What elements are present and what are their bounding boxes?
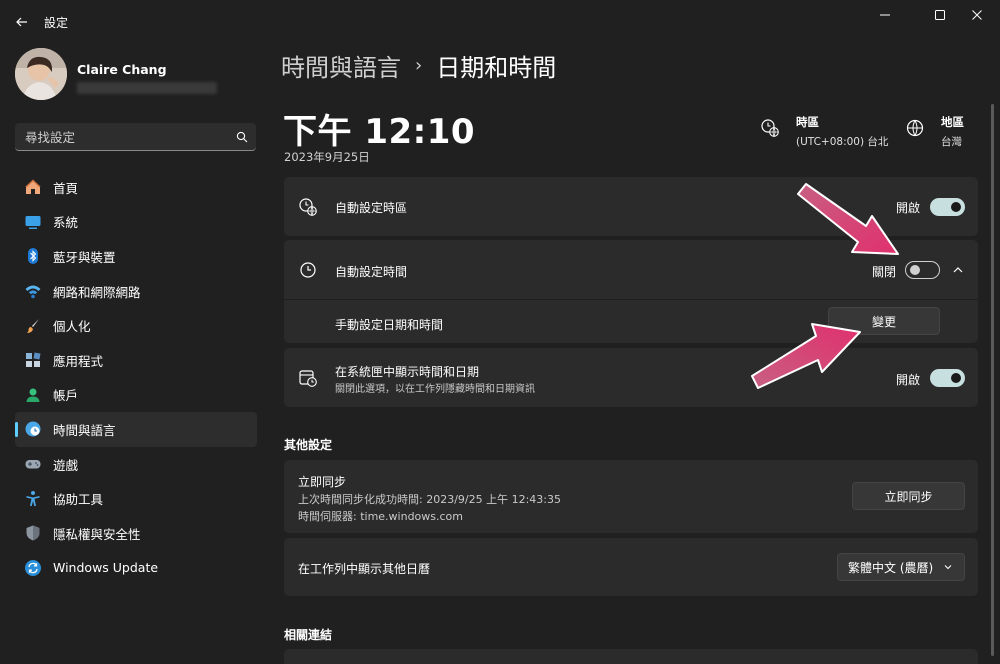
sidebar-nav: 首頁 系統 藍牙與裝置 網路和網際網路 個人化 應用程式 帳戶 時間與語言 遊戲… [15,170,257,585]
minimize-icon [880,14,890,16]
maximize-icon [935,10,945,20]
sidebar-item-label: 隱私權與安全性 [53,526,141,542]
sidebar-item-label: 系統 [53,215,79,231]
bluetooth-icon [23,246,43,266]
scrollbar[interactable] [991,104,994,656]
close-icon [972,10,982,20]
sidebar-item-label: 網路和網際網路 [53,284,141,300]
sidebar-item-personalization[interactable]: 個人化 [15,308,257,343]
related-links-heading: 相關連結 [284,628,333,642]
sidebar-item-label: 首頁 [53,180,79,196]
other-settings-heading: 其他設定 [284,438,333,452]
sidebar-item-label: 個人化 [53,319,91,335]
accessibility-icon [23,489,43,509]
globe-icon [905,118,929,142]
personalization-icon [23,316,43,336]
manual-set-label: 手動設定日期和時間 [335,318,444,332]
avatar[interactable] [15,48,67,100]
back-arrow-icon [16,17,27,27]
sidebar-item-home[interactable]: 首頁 [15,170,257,205]
related-links-card [284,649,978,664]
network-icon [23,281,43,301]
auto-time-state: 關閉 [872,265,897,279]
sidebar-item-bluetooth[interactable]: 藍牙與裝置 [15,239,257,274]
calendar-dropdown-value: 繁體中文 (農曆) [848,560,934,575]
sidebar-item-accessibility[interactable]: 協助工具 [15,481,257,516]
show-in-tray-label: 在系統匣中顯示時間和日期 [335,365,480,379]
close-button[interactable] [954,0,1000,30]
current-date: 2023年9月25日 [284,150,370,164]
time-language-icon [23,419,43,439]
clock-icon [298,260,318,280]
chevron-down-icon [942,561,954,576]
privacy-shield-icon [23,523,43,543]
auto-timezone-toggle[interactable] [930,198,965,216]
system-icon [23,212,43,232]
account-icon [23,385,43,405]
auto-time-label: 自動設定時間 [335,265,408,279]
show-in-tray-state: 開啟 [896,373,921,387]
sidebar-item-label: 遊戲 [53,457,79,473]
sidebar-item-label: 協助工具 [53,492,104,508]
sidebar-item-time-language[interactable]: 時間與語言 [15,412,257,447]
search-icon[interactable] [228,131,256,143]
sync-now-button[interactable]: 立即同步 [852,482,965,510]
sidebar-item-label: 帳戶 [53,388,79,404]
sidebar-item-system[interactable]: 系統 [15,205,257,240]
show-in-tray-description: 關閉此選項，以在工作列隱藏時間和日期資訊 [335,384,535,395]
minimize-button[interactable] [862,0,908,30]
timezone-info: 時區 (UTC+08:00) 台北 [760,114,888,149]
timezone-label: 時區 [796,115,819,129]
sidebar-item-network[interactable]: 網路和網際網路 [15,274,257,309]
breadcrumb: 時間與語言 › 日期和時間 [281,48,556,83]
back-button[interactable] [8,8,36,36]
sync-card: 立即同步 上次時間同步化成功時間: 2023/9/25 上午 12:43:35 … [284,460,978,533]
user-email-redacted [77,82,217,94]
search-box[interactable]: 尋找設定 [15,123,256,151]
sidebar-item-gaming[interactable]: 遊戲 [15,447,257,482]
annotation-arrow-change-button-icon [751,323,861,389]
sidebar-item-apps[interactable]: 應用程式 [15,343,257,378]
last-sync-text: 上次時間同步化成功時間: 2023/9/25 上午 12:43:35 [298,493,561,506]
search-input[interactable]: 尋找設定 [25,127,228,146]
sidebar-item-label: Windows Update [53,560,159,576]
user-name: Claire Chang [77,62,167,77]
auto-time-toggle[interactable] [905,261,940,279]
sidebar-item-label: 時間與語言 [53,422,116,438]
sidebar-item-label: 應用程式 [53,353,104,369]
region-info: 地區 台灣 [905,114,964,149]
user-photo-icon [15,48,67,100]
show-in-tray-toggle[interactable] [930,369,965,387]
timezone-value: (UTC+08:00) 台北 [796,136,889,148]
calendar-clock-icon [298,368,318,388]
gaming-icon [23,454,43,474]
divider [284,299,978,300]
sync-title: 立即同步 [298,475,347,489]
title-bar: 設定 [0,0,1000,44]
timezone-globe-clock-icon [298,197,318,217]
sidebar-item-privacy[interactable]: 隱私權與安全性 [15,516,257,551]
calendar-card: 在工作列中顯示其他日曆 繁體中文 (農曆) [284,538,978,596]
app-title: 設定 [44,16,69,30]
chevron-up-icon[interactable] [951,262,965,281]
windows-update-icon [23,558,43,578]
page-title: 日期和時間 [436,54,557,82]
region-value: 台灣 [941,136,962,148]
home-icon [23,177,43,197]
auto-timezone-label: 自動設定時區 [335,201,408,215]
additional-calendar-label: 在工作列中顯示其他日曆 [298,562,431,576]
sidebar-item-accounts[interactable]: 帳戶 [15,378,257,413]
sidebar-item-windows-update[interactable]: Windows Update [15,551,257,586]
calendar-dropdown[interactable]: 繁體中文 (農曆) [837,553,965,581]
apps-icon [23,350,43,370]
region-label: 地區 [941,115,964,129]
time-server-text: 時間伺服器: time.windows.com [298,510,464,523]
breadcrumb-separator: › [415,55,423,76]
sidebar-item-label: 藍牙與裝置 [53,249,116,265]
timezone-globe-clock-icon [760,118,784,142]
breadcrumb-parent[interactable]: 時間與語言 [281,48,401,83]
annotation-arrow-toggle-icon [797,183,899,255]
current-time: 下午 12:10 [283,112,476,152]
show-in-tray-card: 在系統匣中顯示時間和日期 關閉此選項，以在工作列隱藏時間和日期資訊 開啟 [284,348,978,407]
